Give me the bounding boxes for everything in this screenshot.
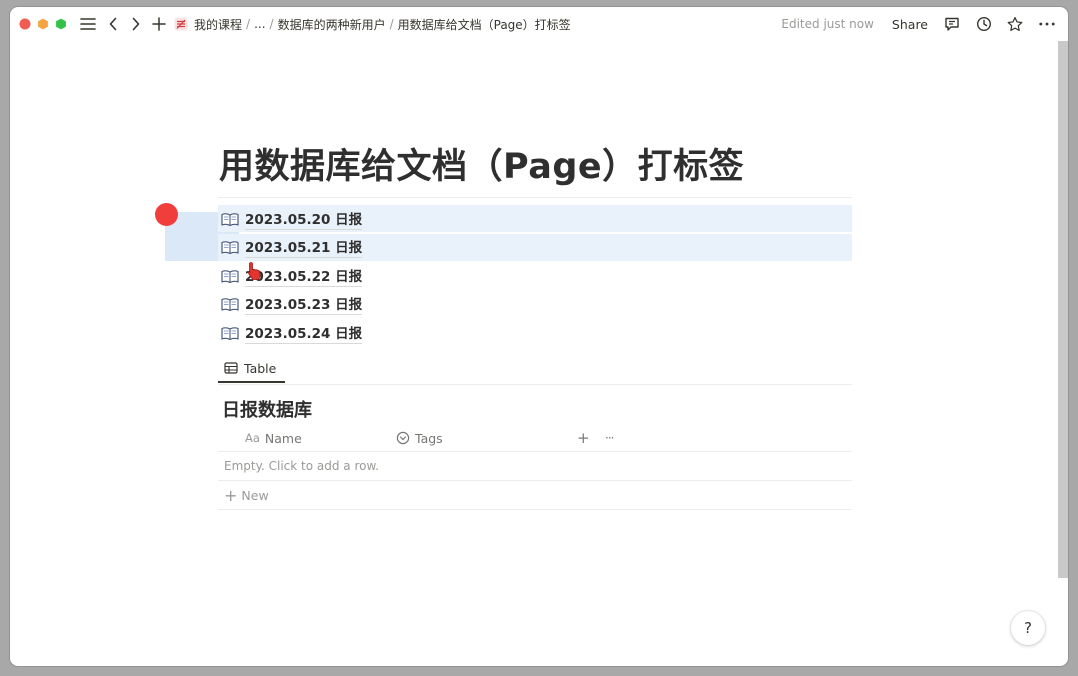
linked-page-title[interactable]: 2023.05.23 日报 <box>245 293 363 316</box>
book-icon <box>221 241 239 255</box>
page-title[interactable]: 用数据库给文档（Page）打标签 <box>219 138 744 189</box>
more-icon: ··· <box>605 431 615 445</box>
course-emoji-icon <box>174 17 188 31</box>
linked-page-title[interactable]: 2023.05.21 日报 <box>245 236 363 259</box>
database-title[interactable]: 日报数据库 <box>222 396 312 422</box>
app-window: 我的课程 / ... / 数据库的两种新用户 / 用数据库给文档（Page）打标… <box>10 7 1068 666</box>
hand-cursor-icon <box>248 262 261 280</box>
table-header: Aa Name Tags + ··· <box>218 425 852 452</box>
breadcrumb-item-current[interactable]: 用数据库给文档（Page）打标签 <box>398 16 571 33</box>
tab-table-label: Table <box>244 360 277 376</box>
linked-page-title[interactable]: 2023.05.20 日报 <box>245 208 363 230</box>
linked-page-list: 2023.05.20 日报 2023.05.21 日报 2023.05.22 日… <box>218 205 852 348</box>
linked-page-item[interactable]: 2023.05.24 日报 <box>218 319 852 346</box>
title-divider <box>218 197 852 198</box>
linked-page-title[interactable]: 2023.05.22 日报 <box>245 265 363 287</box>
text-type-icon: Aa <box>245 431 260 445</box>
forward-icon[interactable] <box>128 16 144 32</box>
sidebar-toggle-icon[interactable] <box>80 16 96 32</box>
breadcrumb-separator: / <box>269 17 274 31</box>
empty-state-text: Empty. Click to add a row. <box>224 459 379 473</box>
select-icon <box>396 431 410 445</box>
linked-page-item[interactable]: 2023.05.20 日报 <box>218 205 852 232</box>
traffic-lights <box>19 18 67 30</box>
table-icon <box>224 362 238 374</box>
breadcrumb-separator: / <box>246 17 251 31</box>
column-label: Tags <box>415 430 443 446</box>
help-button[interactable]: ? <box>1011 611 1045 645</box>
breadcrumb-separator: / <box>389 17 394 31</box>
close-window-button[interactable] <box>19 18 31 30</box>
book-icon <box>221 269 239 283</box>
tab-table[interactable]: Table <box>218 355 285 383</box>
database-view-tabs: Table <box>218 355 852 385</box>
help-label: ? <box>1024 619 1032 637</box>
linked-page-title[interactable]: 2023.05.24 日报 <box>245 322 363 344</box>
more-icon[interactable] <box>1039 16 1055 32</box>
new-page-icon[interactable] <box>151 16 167 32</box>
vertical-scrollbar[interactable] <box>1058 41 1068 578</box>
back-icon[interactable] <box>105 16 121 32</box>
new-row-button[interactable]: + New <box>218 482 852 510</box>
title-bar: 我的课程 / ... / 数据库的两种新用户 / 用数据库给文档（Page）打标… <box>10 7 1068 41</box>
plus-icon: + <box>577 429 590 447</box>
breadcrumb-item-course[interactable]: 我的课程 <box>194 16 242 33</box>
new-row-label: New <box>241 488 269 503</box>
breadcrumb: 我的课程 / ... / 数据库的两种新用户 / 用数据库给文档（Page）打标… <box>174 16 571 33</box>
minimize-window-button[interactable] <box>37 18 49 30</box>
edited-status: Edited just now <box>781 17 874 31</box>
book-icon <box>221 327 239 340</box>
column-label: Name <box>264 430 302 446</box>
top-right-toolbar: Edited just now Share <box>781 7 1068 41</box>
cursor-indicator-dot <box>155 203 178 226</box>
breadcrumb-item-ellipsis[interactable]: ... <box>254 17 265 31</box>
linked-page-item[interactable]: 2023.05.22 日报 <box>218 262 852 289</box>
empty-table-row[interactable]: Empty. Click to add a row. <box>218 452 852 481</box>
linked-page-item[interactable]: 2023.05.21 日报 <box>218 233 852 261</box>
favorite-star-icon[interactable] <box>1007 16 1023 32</box>
share-button[interactable]: Share <box>892 17 928 32</box>
plus-icon: + <box>224 485 238 505</box>
column-header-tags[interactable]: Tags <box>396 425 443 451</box>
comment-icon[interactable] <box>944 16 960 32</box>
maximize-window-button[interactable] <box>55 18 67 30</box>
book-icon <box>221 212 239 226</box>
breadcrumb-item-parent[interactable]: 数据库的两种新用户 <box>278 16 386 33</box>
add-column-button[interactable]: + <box>577 425 590 451</box>
column-header-name[interactable]: Aa Name <box>245 425 302 451</box>
history-icon[interactable] <box>976 16 992 32</box>
linked-page-item[interactable]: 2023.05.23 日报 <box>218 291 852 318</box>
column-options-button[interactable]: ··· <box>605 425 615 451</box>
book-icon <box>221 298 239 312</box>
